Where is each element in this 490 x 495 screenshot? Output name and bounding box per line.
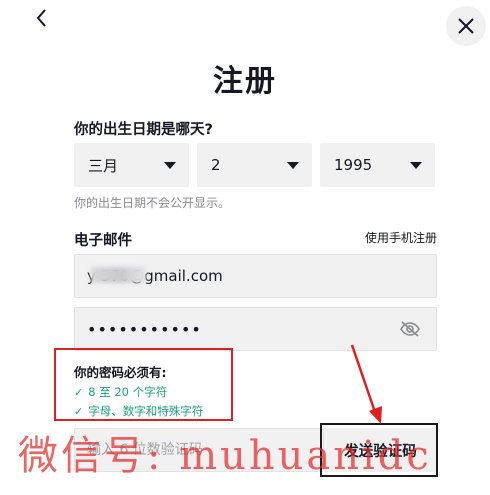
day-value: 2 bbox=[211, 156, 221, 174]
birthday-hint: 你的出生日期不会公开显示。 bbox=[74, 196, 231, 210]
birthday-label: 你的出生日期是哪天? bbox=[74, 122, 213, 138]
day-select[interactable]: 2 bbox=[197, 143, 312, 187]
month-value: 三月 bbox=[88, 156, 119, 175]
eye-off-icon[interactable] bbox=[399, 320, 421, 338]
chevron-left-icon bbox=[36, 9, 46, 27]
email-redaction bbox=[91, 267, 146, 283]
check-icon: ✓ bbox=[74, 385, 84, 399]
requirement-characters-text: 字母、数字和特殊字符 bbox=[88, 404, 204, 418]
close-button[interactable] bbox=[446, 6, 486, 46]
page-title: 注册 bbox=[213, 64, 277, 99]
password-field[interactable] bbox=[74, 307, 437, 351]
email-label: 电子邮件 bbox=[74, 233, 132, 249]
year-value: 1995 bbox=[334, 156, 373, 174]
caret-down-icon bbox=[164, 161, 176, 169]
send-code-highlight bbox=[320, 423, 438, 477]
check-icon: ✓ bbox=[74, 404, 84, 418]
requirement-characters: ✓ 字母、数字和特殊字符 bbox=[74, 403, 203, 419]
password-requirements-title: 你的密码必须有: bbox=[74, 365, 167, 380]
year-select[interactable]: 1995 bbox=[320, 143, 435, 187]
back-button[interactable] bbox=[30, 6, 54, 30]
requirement-length: ✓ 8 至 20 个字符 bbox=[74, 384, 167, 400]
caret-down-icon bbox=[287, 161, 299, 169]
phone-signup-link[interactable]: 使用手机注册 bbox=[365, 229, 437, 246]
verification-code-input[interactable] bbox=[74, 428, 324, 472]
caret-down-icon bbox=[410, 161, 422, 169]
close-icon bbox=[458, 18, 474, 34]
requirement-length-text: 8 至 20 个字符 bbox=[88, 385, 168, 399]
month-select[interactable]: 三月 bbox=[74, 143, 189, 187]
